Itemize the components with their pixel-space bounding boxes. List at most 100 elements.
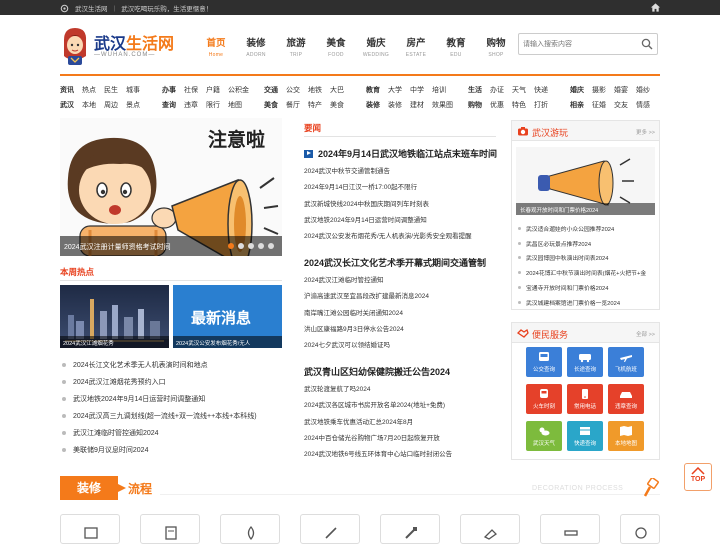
service-tile[interactable]: 武汉天气 [526,421,562,451]
service-tile[interactable]: 公交查询 [526,347,562,377]
list-item[interactable]: 2024武汉江滩烟花秀预约入口 [62,373,282,390]
category-link[interactable]: 地铁 [308,85,330,95]
category-head[interactable]: 交通 [264,85,286,95]
service-tile[interactable]: 违章查询 [608,384,644,414]
slider-dot[interactable] [258,243,264,249]
category-link[interactable]: 城事 [126,85,140,95]
slider-dot[interactable] [248,243,254,249]
nav-item-shop[interactable]: 购物 SHOP [476,35,516,58]
category-link[interactable]: 建材 [410,100,432,110]
category-link[interactable]: 打折 [534,100,548,110]
list-item[interactable]: 武汉地铁乘车优惠活动汇总2024年8月 [304,413,496,429]
list-item[interactable]: 2024长江文化艺术季无人机表演时间和地点 [62,356,282,373]
category-link[interactable]: 婚宴 [614,85,636,95]
category-link[interactable]: 景点 [126,100,140,110]
featured-slider[interactable]: 注意啦 2024武汉注册计量师资格考试时间 [60,118,282,256]
more-link[interactable]: 更多 >> [636,128,655,136]
category-link[interactable]: 公交 [286,85,308,95]
list-item[interactable]: 武汉地铁2024年9月14日运营时间调整通知 [62,390,282,407]
list-item[interactable]: 武昌区必玩景点推荐2024 [518,236,658,251]
category-link[interactable]: 热点 [82,85,104,95]
nav-item-food[interactable]: 美食 FOOD [316,35,356,58]
nav-item-trip[interactable]: 旅游 TRIP [276,35,316,58]
list-item[interactable]: 2024武汉各区城市书房开放名单2024(地址+免费) [304,396,496,412]
news-headline[interactable]: 2024武汉长江文化艺术季开幕式期间交通管制 [304,256,486,269]
list-item[interactable]: 武汉新城快线2024中秋国庆期间列车时刻表 [304,195,496,211]
category-link[interactable]: 社保 [184,85,206,95]
slider-dot[interactable] [268,243,274,249]
back-to-top-button[interactable]: TOP [684,463,712,491]
list-item[interactable]: 2024中百仓储光谷购物广场7月20日起恢复开放 [304,429,496,445]
category-link[interactable]: 特色 [512,100,534,110]
list-item[interactable]: 武汉轮渡复航了吗2024 [304,380,496,396]
category-link[interactable]: 办证 [490,85,512,95]
category-link[interactable]: 装修 [388,100,410,110]
list-item[interactable]: 沪渝高速武汉至宜昌段改扩建最新消息2024 [304,287,496,303]
category-link[interactable]: 天气 [512,85,534,95]
category-link[interactable]: 征婚 [592,100,614,110]
category-link[interactable]: 餐厅 [286,100,308,110]
category-link[interactable]: 大巴 [330,85,344,95]
category-link[interactable]: 限行 [206,100,228,110]
service-tile[interactable]: 常用电话 [567,384,603,414]
list-item[interactable]: 武汉园博园中秋演出时间表2024 [518,251,658,266]
list-item[interactable]: 宝通寺开放时间和门票价格2024 [518,280,658,295]
play-feature[interactable]: 长春观开放时间和门票价格2024 [516,147,655,215]
category-head[interactable]: 相亲 [570,100,592,110]
category-link[interactable]: 民生 [104,85,126,95]
category-head[interactable]: 装修 [366,100,388,110]
category-link[interactable]: 美食 [330,100,344,110]
service-tile[interactable]: 飞机航班 [608,347,644,377]
category-link[interactable]: 培训 [432,85,446,95]
slider-dot[interactable] [238,243,244,249]
list-item[interactable]: 2024武汉高三九调划线(超一流线+双一流线++本线+本科线) [62,407,282,424]
list-item[interactable]: 武汉江滩临时管控通知2024 [62,424,282,441]
category-link[interactable]: 情感 [636,100,650,110]
category-link[interactable]: 特产 [308,100,330,110]
category-link[interactable]: 地图 [228,100,242,110]
category-head[interactable]: 美食 [264,100,286,110]
home-icon[interactable] [650,2,661,13]
category-head[interactable]: 资讯 [60,85,82,95]
more-link[interactable]: 全部 >> [636,330,655,338]
list-item[interactable]: 2024年9月14日江汉一桥17:00起不限行 [304,178,496,194]
site-name-link[interactable]: 武汉生活网 [75,3,108,13]
hot-thumb[interactable]: 最新消息 2024武汉公安发布烟花秀/无人 [173,285,282,348]
category-link[interactable]: 快递 [534,85,548,95]
hot-thumb[interactable]: 2024武汉江滩烟花秀 [60,285,169,348]
list-item[interactable]: 2024花博汇中秋节演出时间表(烟花+火把节+金 [518,265,658,280]
list-item[interactable]: 洪山区康福路9月3日停水公告2024 [304,320,496,336]
category-head[interactable]: 生活 [468,85,490,95]
list-item[interactable]: 美联储9月议息时间2024 [62,441,282,458]
nav-item-estate[interactable]: 房产 ESTATE [396,35,436,58]
service-tile[interactable]: 火车时刻 [526,384,562,414]
list-item[interactable]: 武汉适合遛娃的小众公园推荐2024 [518,221,658,236]
search-icon[interactable] [641,38,653,50]
category-link[interactable]: 中学 [410,85,432,95]
news-headline[interactable]: 2024年9月14日武汉地铁临江站点末班车时间 [304,147,497,160]
list-item[interactable]: 2024武汉地铁6号线五环体育中心站口临时封闭公告 [304,445,496,461]
service-tile[interactable]: 快递查询 [567,421,603,451]
category-link[interactable]: 交友 [614,100,636,110]
search-input[interactable] [523,37,635,51]
category-link[interactable]: 优惠 [490,100,512,110]
list-item[interactable]: 2024七夕武汉可以领结婚证吗 [304,336,496,352]
category-head[interactable]: 办事 [162,85,184,95]
site-logo[interactable]: 武汉生活网 —WUHAN.COM— [60,26,174,66]
category-link[interactable]: 周边 [104,100,126,110]
section-tag[interactable]: 装修 [60,476,126,500]
category-head[interactable]: 婚庆 [570,85,592,95]
list-item[interactable]: 2024武汉公安发布烟花秀/无人机表演/光影秀安全观看提醒 [304,227,496,243]
category-link[interactable]: 本地 [82,100,104,110]
nav-item-home[interactable]: 首页 Home [196,35,236,58]
category-head[interactable]: 武汉 [60,100,82,110]
category-head[interactable]: 购物 [468,100,490,110]
list-item[interactable]: 武汉地铁2024年9月14日运营时间调整通知 [304,211,496,227]
list-item[interactable]: 武汉城建档案馆进门票价格一览2024 [518,295,658,310]
slider-dot[interactable] [228,243,234,249]
category-head[interactable]: 查询 [162,100,184,110]
category-head[interactable]: 教育 [366,85,388,95]
list-item[interactable]: 南岸嘴江滩公园临时关闭通知2024 [304,304,496,320]
nav-item-wedding[interactable]: 婚庆 WEDDING [356,35,396,58]
nav-item-adorn[interactable]: 装修 ADORN [236,35,276,58]
